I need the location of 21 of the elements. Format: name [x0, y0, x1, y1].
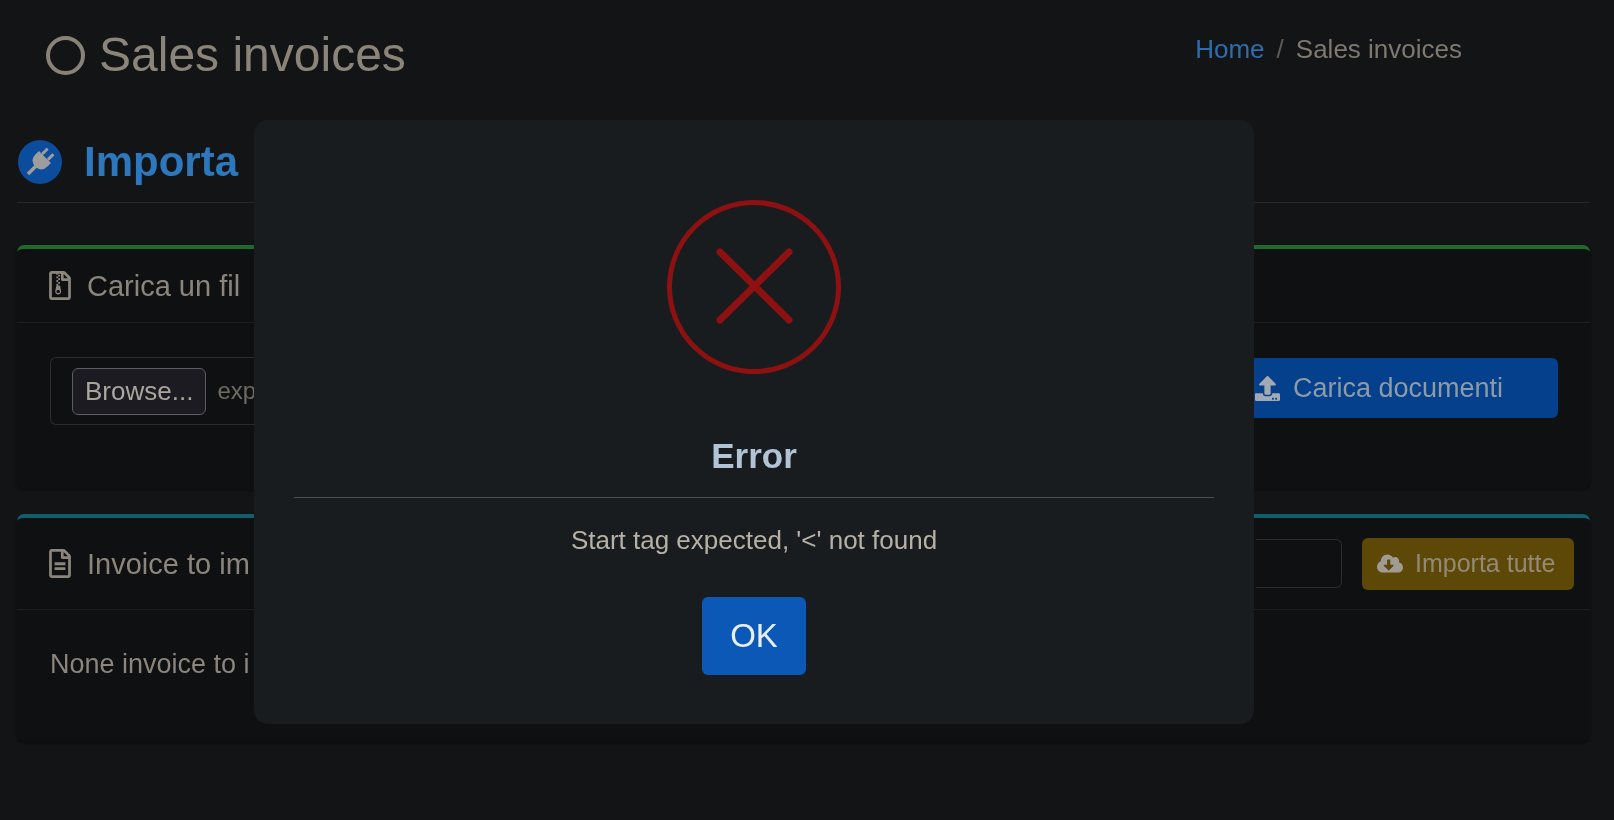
ok-button[interactable]: OK — [702, 597, 806, 675]
upload-icon — [1255, 375, 1280, 401]
error-icon — [667, 200, 841, 374]
breadcrumb-separator: / — [1276, 33, 1284, 66]
ring-icon — [46, 35, 85, 75]
cloud-download-icon — [1377, 553, 1403, 574]
browse-button[interactable]: Browse... — [72, 367, 207, 415]
dialog-title: Error — [711, 436, 797, 476]
plug-icon — [18, 140, 62, 184]
empty-message: None invoice to i — [50, 648, 250, 681]
page-title: Sales invoices — [99, 30, 406, 80]
breadcrumb-link[interactable]: Home — [1195, 30, 1265, 68]
dialog-message: Start tag expected, '<' not found — [570, 525, 938, 555]
section-title: Importa — [84, 140, 238, 184]
file-archive-icon — [49, 271, 71, 300]
breadcrumb-current: Sales invoices — [1295, 33, 1462, 66]
upload-button[interactable]: Carica documenti — [1254, 358, 1558, 418]
search-field[interactable] — [1256, 539, 1342, 588]
card-title: Invoice to im — [87, 546, 250, 582]
file-text-icon — [49, 549, 71, 578]
card-title: Carica un fil — [87, 268, 241, 304]
